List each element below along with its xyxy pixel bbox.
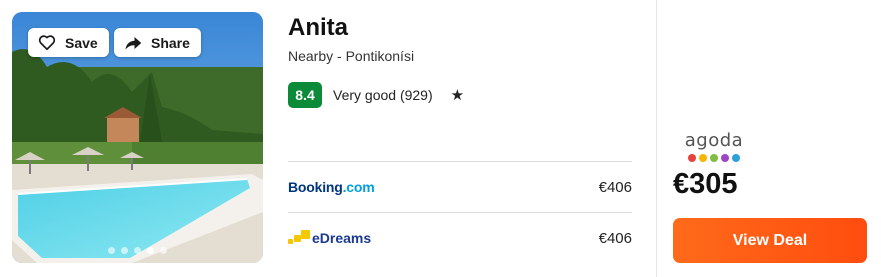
star-icon: ★ bbox=[450, 87, 465, 104]
share-arrow-icon bbox=[124, 34, 144, 52]
provider-price: €406 bbox=[598, 229, 632, 247]
carousel-dot-active[interactable] bbox=[147, 247, 154, 254]
divider bbox=[288, 161, 632, 162]
agoda-dots-icon bbox=[683, 154, 745, 162]
share-label: Share bbox=[151, 34, 190, 51]
carousel-dot[interactable] bbox=[121, 247, 128, 254]
rating-text: Very good (929) bbox=[333, 87, 433, 103]
provider-row-edreams[interactable]: eDreams €406 bbox=[288, 223, 632, 253]
save-button[interactable]: Save bbox=[28, 28, 109, 57]
carousel-dot[interactable] bbox=[160, 247, 167, 254]
rating-row: 8.4 Very good (929) ★ bbox=[288, 82, 464, 108]
heart-icon bbox=[38, 34, 58, 52]
carousel-dot[interactable] bbox=[108, 247, 115, 254]
provider-row-booking[interactable]: Booking .com €406 bbox=[288, 172, 632, 202]
edreams-mark-icon bbox=[288, 230, 310, 246]
provider-price: €406 bbox=[598, 178, 632, 196]
share-button[interactable]: Share bbox=[114, 28, 201, 57]
carousel-dot[interactable] bbox=[134, 247, 141, 254]
hotel-photo[interactable]: Save Share bbox=[12, 12, 263, 263]
booking-logo: Booking .com bbox=[288, 179, 375, 195]
hotel-name[interactable]: Anita bbox=[288, 14, 348, 42]
view-deal-button[interactable]: View Deal bbox=[673, 218, 867, 263]
edreams-logo: eDreams bbox=[288, 230, 371, 246]
carousel-dots[interactable] bbox=[12, 247, 263, 254]
divider bbox=[288, 212, 632, 213]
hotel-location: Nearby - Pontikonísi bbox=[288, 48, 415, 64]
vertical-divider bbox=[656, 0, 657, 277]
save-label: Save bbox=[65, 34, 98, 51]
agoda-logo: agoda bbox=[683, 130, 745, 162]
hotel-result-card: Save Share Anita Nearby - Pontikonísi 8.… bbox=[0, 0, 881, 277]
review-score-badge: 8.4 bbox=[288, 82, 322, 108]
best-price: €305 bbox=[673, 168, 738, 200]
